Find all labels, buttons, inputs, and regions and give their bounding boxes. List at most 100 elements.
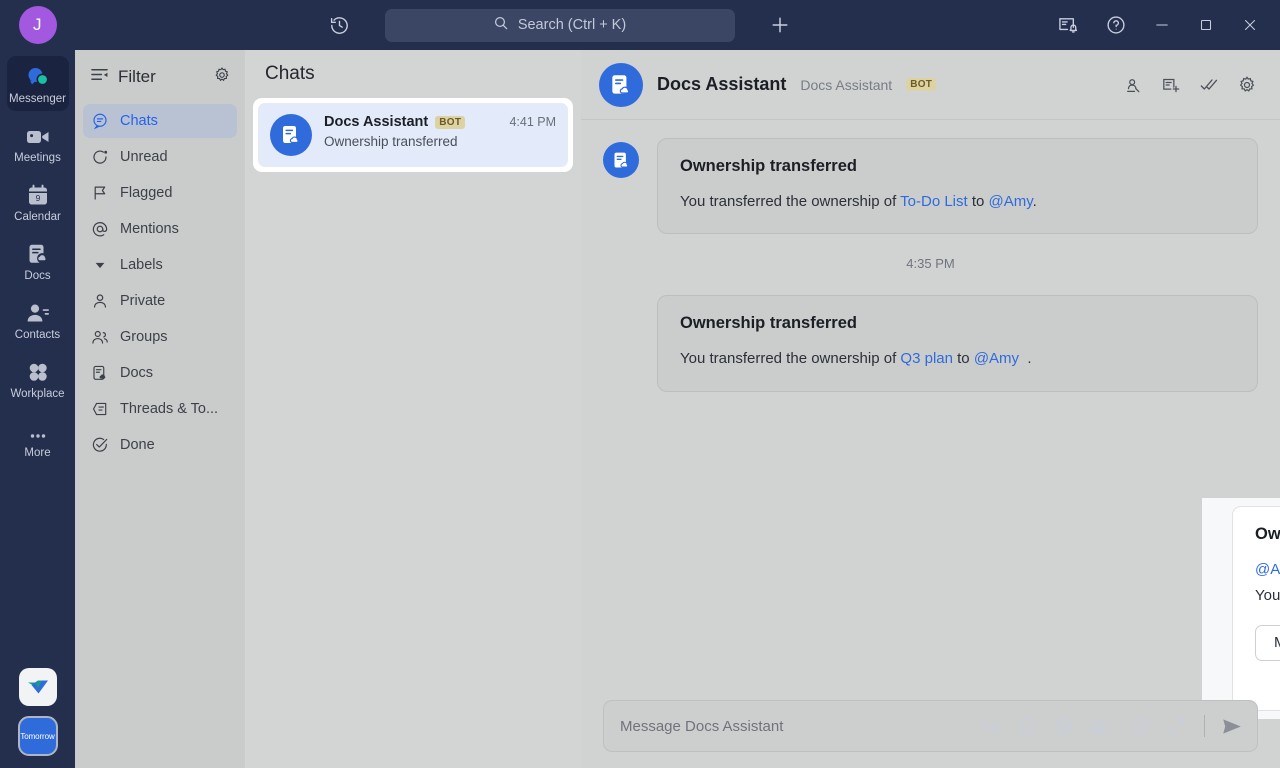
chat-item-preview: Ownership transferred [324, 134, 556, 149]
tomorrow-tile[interactable]: Tomorrow [18, 716, 58, 756]
filter-item-private[interactable]: Private [83, 284, 237, 318]
ellipsis-icon [26, 417, 50, 443]
filter-item-groups[interactable]: Groups [83, 320, 237, 354]
message-text-before: You transferred the ownership of [680, 193, 896, 210]
message-row: Ownership transferred You transferred th… [603, 138, 1258, 234]
mention-link[interactable]: @Amy [974, 350, 1019, 367]
help-circle-icon[interactable] [1092, 1, 1140, 49]
mention-link[interactable]: @Amy [989, 193, 1033, 210]
emoji-icon[interactable] [1016, 715, 1038, 737]
filter-item-label: Chats [120, 113, 158, 129]
chat-item-meta: Docs Assistant BOT 4:41 PM Ownership tra… [324, 114, 556, 149]
avatar [603, 142, 639, 178]
filter-lines-icon[interactable] [90, 66, 109, 88]
filter-item-chats[interactable]: Chats [83, 104, 237, 138]
filter-item-docs[interactable]: Docs [83, 356, 237, 390]
format-text-icon[interactable] [980, 715, 1002, 737]
chat-list-panel: Chats Docs Assi [245, 50, 581, 768]
maximize-icon[interactable] [1184, 1, 1228, 49]
title-bar-center: Search (Ctrl + K) [75, 5, 1044, 45]
rail-label: Contacts [15, 329, 60, 341]
rail-item-meetings[interactable]: Meetings [7, 115, 69, 170]
video-camera-icon [25, 122, 51, 148]
message-text-mid: to [972, 193, 985, 210]
filter-item-mentions[interactable]: Mentions [83, 212, 237, 246]
doc-link[interactable]: To-Do List [900, 193, 968, 210]
move-to-my-space-button[interactable]: Move to "My Space" [1255, 625, 1280, 661]
rail-bottom: Tomorrow [18, 668, 58, 768]
overlay-text: @Amy transferred the ownership of folder… [1255, 557, 1280, 609]
conversation-header-actions [1118, 70, 1262, 100]
rail-label: Calendar [14, 211, 61, 223]
plus-circle-icon[interactable] [1130, 715, 1152, 737]
filter-item-done[interactable]: Done [83, 428, 237, 462]
tomorrow-label: Tomorrow [20, 732, 54, 741]
message-card: Ownership transferred You transferred th… [657, 295, 1258, 391]
rail-item-contacts[interactable]: Contacts [7, 292, 69, 347]
message-text-after: . [1027, 350, 1031, 367]
message-input[interactable]: Message Docs Assistant [620, 718, 980, 735]
overlay-title: Ownership transferred [1255, 525, 1280, 544]
double-check-icon[interactable] [1194, 70, 1224, 100]
search-input[interactable]: Search (Ctrl + K) [385, 9, 735, 42]
svg-text:9: 9 [35, 193, 40, 203]
status-badge: BOT [906, 78, 936, 91]
message-text-mid: to [957, 350, 970, 367]
doc-cloud-icon [91, 364, 109, 382]
message-text-before: You transferred the ownership of [680, 350, 896, 367]
filter-item-flagged[interactable]: Flagged [83, 176, 237, 210]
rail-item-messenger[interactable]: Messenger [7, 56, 69, 111]
message-composer[interactable]: Message Docs Assistant [603, 700, 1258, 752]
filter-item-label: Threads & To... [120, 401, 218, 417]
rail-item-calendar[interactable]: 9 Calendar [7, 174, 69, 229]
filter-item-label: Private [120, 293, 165, 309]
history-clock-icon[interactable] [318, 5, 362, 45]
plus-icon[interactable] [758, 5, 802, 45]
mention-at-icon[interactable] [1052, 715, 1074, 737]
search-icon [493, 15, 509, 35]
page-title: Docs Assistant [657, 74, 786, 95]
gear-icon[interactable] [1232, 70, 1262, 100]
filter-item-threads[interactable]: Threads & To... [83, 392, 237, 426]
search-person-icon[interactable] [1118, 70, 1148, 100]
avatar [599, 63, 643, 107]
minimize-icon[interactable] [1140, 1, 1184, 49]
avatar[interactable]: J [19, 6, 57, 44]
new-window-icon[interactable] [1156, 70, 1186, 100]
main-area: Messenger Meetings [0, 50, 1280, 768]
left-rail: Messenger Meetings [0, 50, 75, 768]
toolbar-divider [1204, 715, 1205, 737]
check-circle-icon [91, 436, 109, 454]
rail-label: Messenger [9, 93, 66, 105]
app-swoosh-icon[interactable] [19, 668, 57, 706]
expand-icon[interactable] [1166, 715, 1188, 737]
chat-list-items: Docs Assistant BOT 4:41 PM Ownership tra… [245, 98, 581, 172]
filter-item-labels[interactable]: Labels [83, 248, 237, 282]
rail-item-more[interactable]: More [7, 410, 69, 465]
mention-link[interactable]: @Amy [1255, 561, 1280, 578]
message-text: You transferred the ownership of Q3 plan… [680, 347, 1235, 370]
rail-label: More [24, 447, 50, 459]
message-title: Ownership transferred [680, 157, 1235, 176]
gear-icon[interactable] [213, 66, 231, 89]
filter-item-unread[interactable]: Unread [83, 140, 237, 174]
status-badge: BOT [435, 116, 465, 129]
scissors-icon[interactable] [1088, 715, 1116, 737]
chat-list-title: Chats [265, 63, 315, 85]
list-item[interactable]: Docs Assistant BOT 4:41 PM Ownership tra… [253, 98, 573, 172]
filter-header: Filter [75, 54, 245, 100]
filter-list: Chats Unread Fla [75, 100, 245, 462]
close-icon[interactable] [1228, 1, 1272, 49]
notification-bell-icon[interactable] [1044, 1, 1092, 49]
message-timestamp: 4:35 PM [603, 256, 1258, 271]
doc-link[interactable]: Q3 plan [900, 350, 953, 367]
ownership-transfer-card: Ownership transferred @Amy transferred t… [1232, 506, 1280, 711]
filter-item-label: Labels [120, 257, 163, 273]
filter-title: Filter [118, 67, 204, 87]
rail-item-docs[interactable]: Docs [7, 233, 69, 288]
send-icon[interactable] [1221, 715, 1243, 737]
rail-item-workplace[interactable]: Workplace [7, 351, 69, 406]
doc-cloud-icon [26, 240, 50, 266]
chat-item-inner[interactable]: Docs Assistant BOT 4:41 PM Ownership tra… [258, 103, 568, 167]
title-bar: J Search (Ctrl + K) [0, 0, 1280, 50]
